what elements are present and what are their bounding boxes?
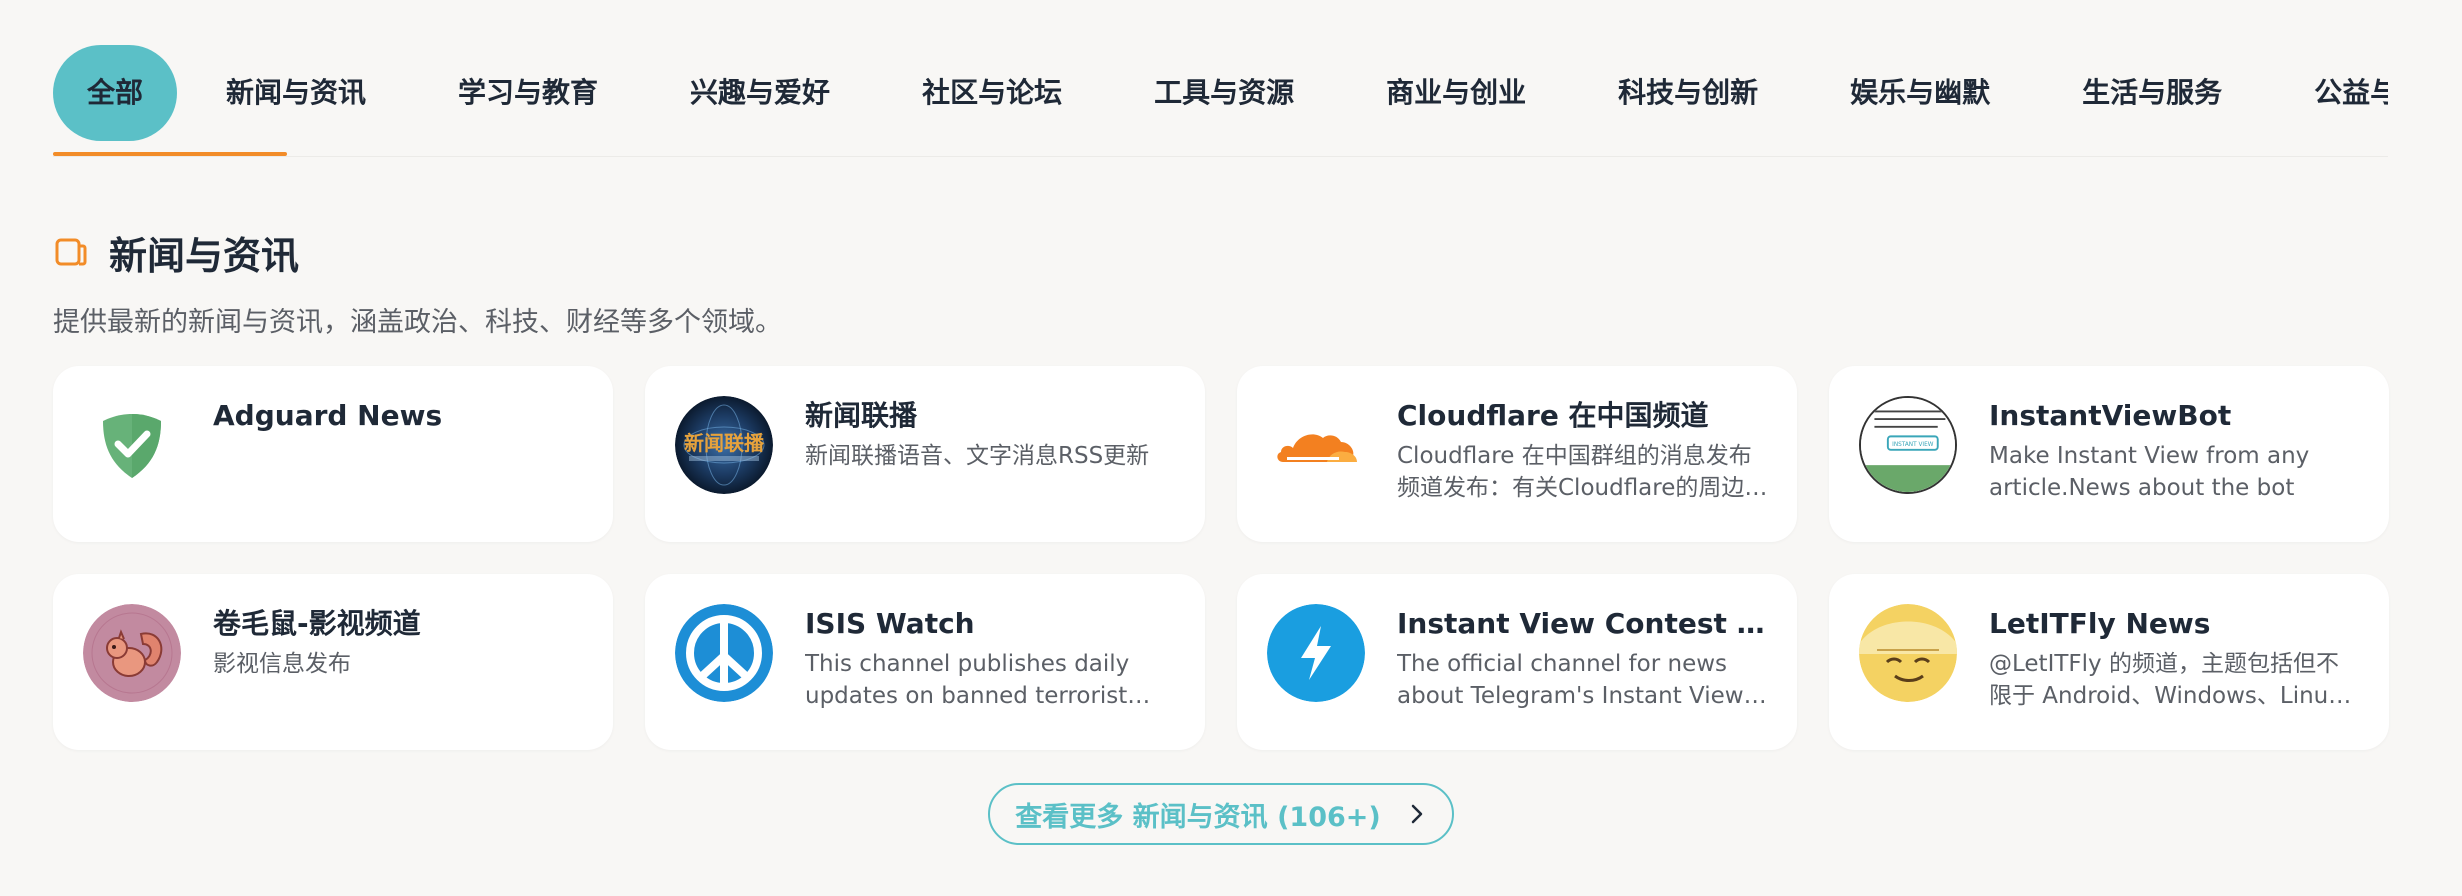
channel-card-isiswatch[interactable]: ISIS Watch This channel publishes daily … [645,574,1205,750]
smiling-face-icon [1859,604,1957,702]
card-description: This channel publishes daily updates on … [805,651,1130,709]
view-more-label: 查看更多 新闻与资讯 (106+) [1015,801,1381,833]
tab-news[interactable]: 新闻与资讯 [192,45,400,141]
tab-charity[interactable]: 公益与可持续 [2280,45,2388,141]
lightning-bolt-icon [1267,604,1365,702]
channel-card-xinwenlianbo[interactable]: 新闻联播 新闻联播 新闻联播语音、文字消息RSS更新 [645,366,1205,542]
view-more-button[interactable]: 查看更多 新闻与资讯 (106+) [988,783,1454,845]
logo-text: 新闻联播 [684,431,765,455]
cloudflare-cloud-icon [1267,396,1365,494]
card-title: 新闻联播 [805,399,918,432]
tab-hobbies[interactable]: 兴趣与爱好 [656,45,864,141]
tab-entertainment[interactable]: 娱乐与幽默 [1816,45,2024,141]
channel-card-instantviewbot[interactable]: INSTANT VIEW InstantViewBot Make Instant… [1829,366,2389,542]
tab-business[interactable]: 商业与创业 [1352,45,1560,141]
tab-education[interactable]: 学习与教育 [424,45,632,141]
card-description: @LetITFly 的频道，主题包括但不限于 Android、Windows、L… [1989,651,2342,709]
card-description: Cloudflare 在中国群组的消息发布频道发布：有关Cloudflare的周… [1397,443,1768,501]
peace-sign-icon [675,604,773,702]
section-title: 新闻与资讯 [109,233,300,278]
chevron-right-icon [1411,804,1422,824]
tab-life[interactable]: 生活与服务 [2048,45,2256,141]
card-title: Instant View Contest News [1397,607,1769,640]
section-description: 提供最新的新闻与资讯，涵盖政治、科技、财经等多个领域。 [53,307,782,338]
squirrel-icon [83,604,181,702]
channel-card-juanmaoshu[interactable]: 卷毛鼠-影视频道 影视信息发布 [53,574,613,750]
card-description: Make Instant View from any article.News … [1989,443,2310,501]
card-title: Adguard News [213,399,443,432]
channel-grid: Adguard News 新闻联播 新闻联播 新闻联播语音、文字消息RSS更新 … [53,366,2389,750]
section-header: 新闻与资讯 [53,222,299,282]
card-description: 新闻联播语音、文字消息RSS更新 [805,443,1150,469]
category-tab-bar: 全部 新闻与资讯 学习与教育 兴趣与爱好 社区与论坛 工具与资源 商业与创业 科… [53,45,2388,157]
folder-icon [55,238,87,266]
tab-community[interactable]: 社区与论坛 [888,45,1096,141]
instant-view-preview-icon: INSTANT VIEW [1859,396,1957,494]
channel-card-adguard[interactable]: Adguard News [53,366,613,542]
tab-tools[interactable]: 工具与资源 [1120,45,1328,141]
logo-text: INSTANT VIEW [1892,442,1934,448]
xinwen-lianbo-logo: 新闻联播 [675,396,773,494]
active-tab-underline [53,152,287,156]
adguard-shield-icon [83,396,181,494]
card-description: 影视信息发布 [213,651,351,677]
card-title: 卷毛鼠-影视频道 [213,607,421,640]
tab-tech[interactable]: 科技与创新 [1584,45,1792,141]
channel-card-cloudflare[interactable]: Cloudflare 在中国频道 Cloudflare 在中国群组的消息发布频道… [1237,366,1797,542]
card-title: Cloudflare 在中国频道 [1397,399,1709,432]
card-description: The official channel for news about Tele… [1397,651,1744,709]
tab-all[interactable]: 全部 [53,45,178,141]
card-title: InstantViewBot [1989,399,2232,432]
channel-card-letitfly[interactable]: LetITFly News @LetITFly 的频道，主题包括但不限于 And… [1829,574,2389,750]
channel-card-instantviewcontest[interactable]: Instant View Contest News The official c… [1237,574,1797,750]
card-title: LetITFly News [1989,607,2211,640]
category-tabs: 全部 新闻与资讯 学习与教育 兴趣与爱好 社区与论坛 工具与资源 商业与创业 科… [53,45,2388,141]
card-title: ISIS Watch [805,607,975,640]
